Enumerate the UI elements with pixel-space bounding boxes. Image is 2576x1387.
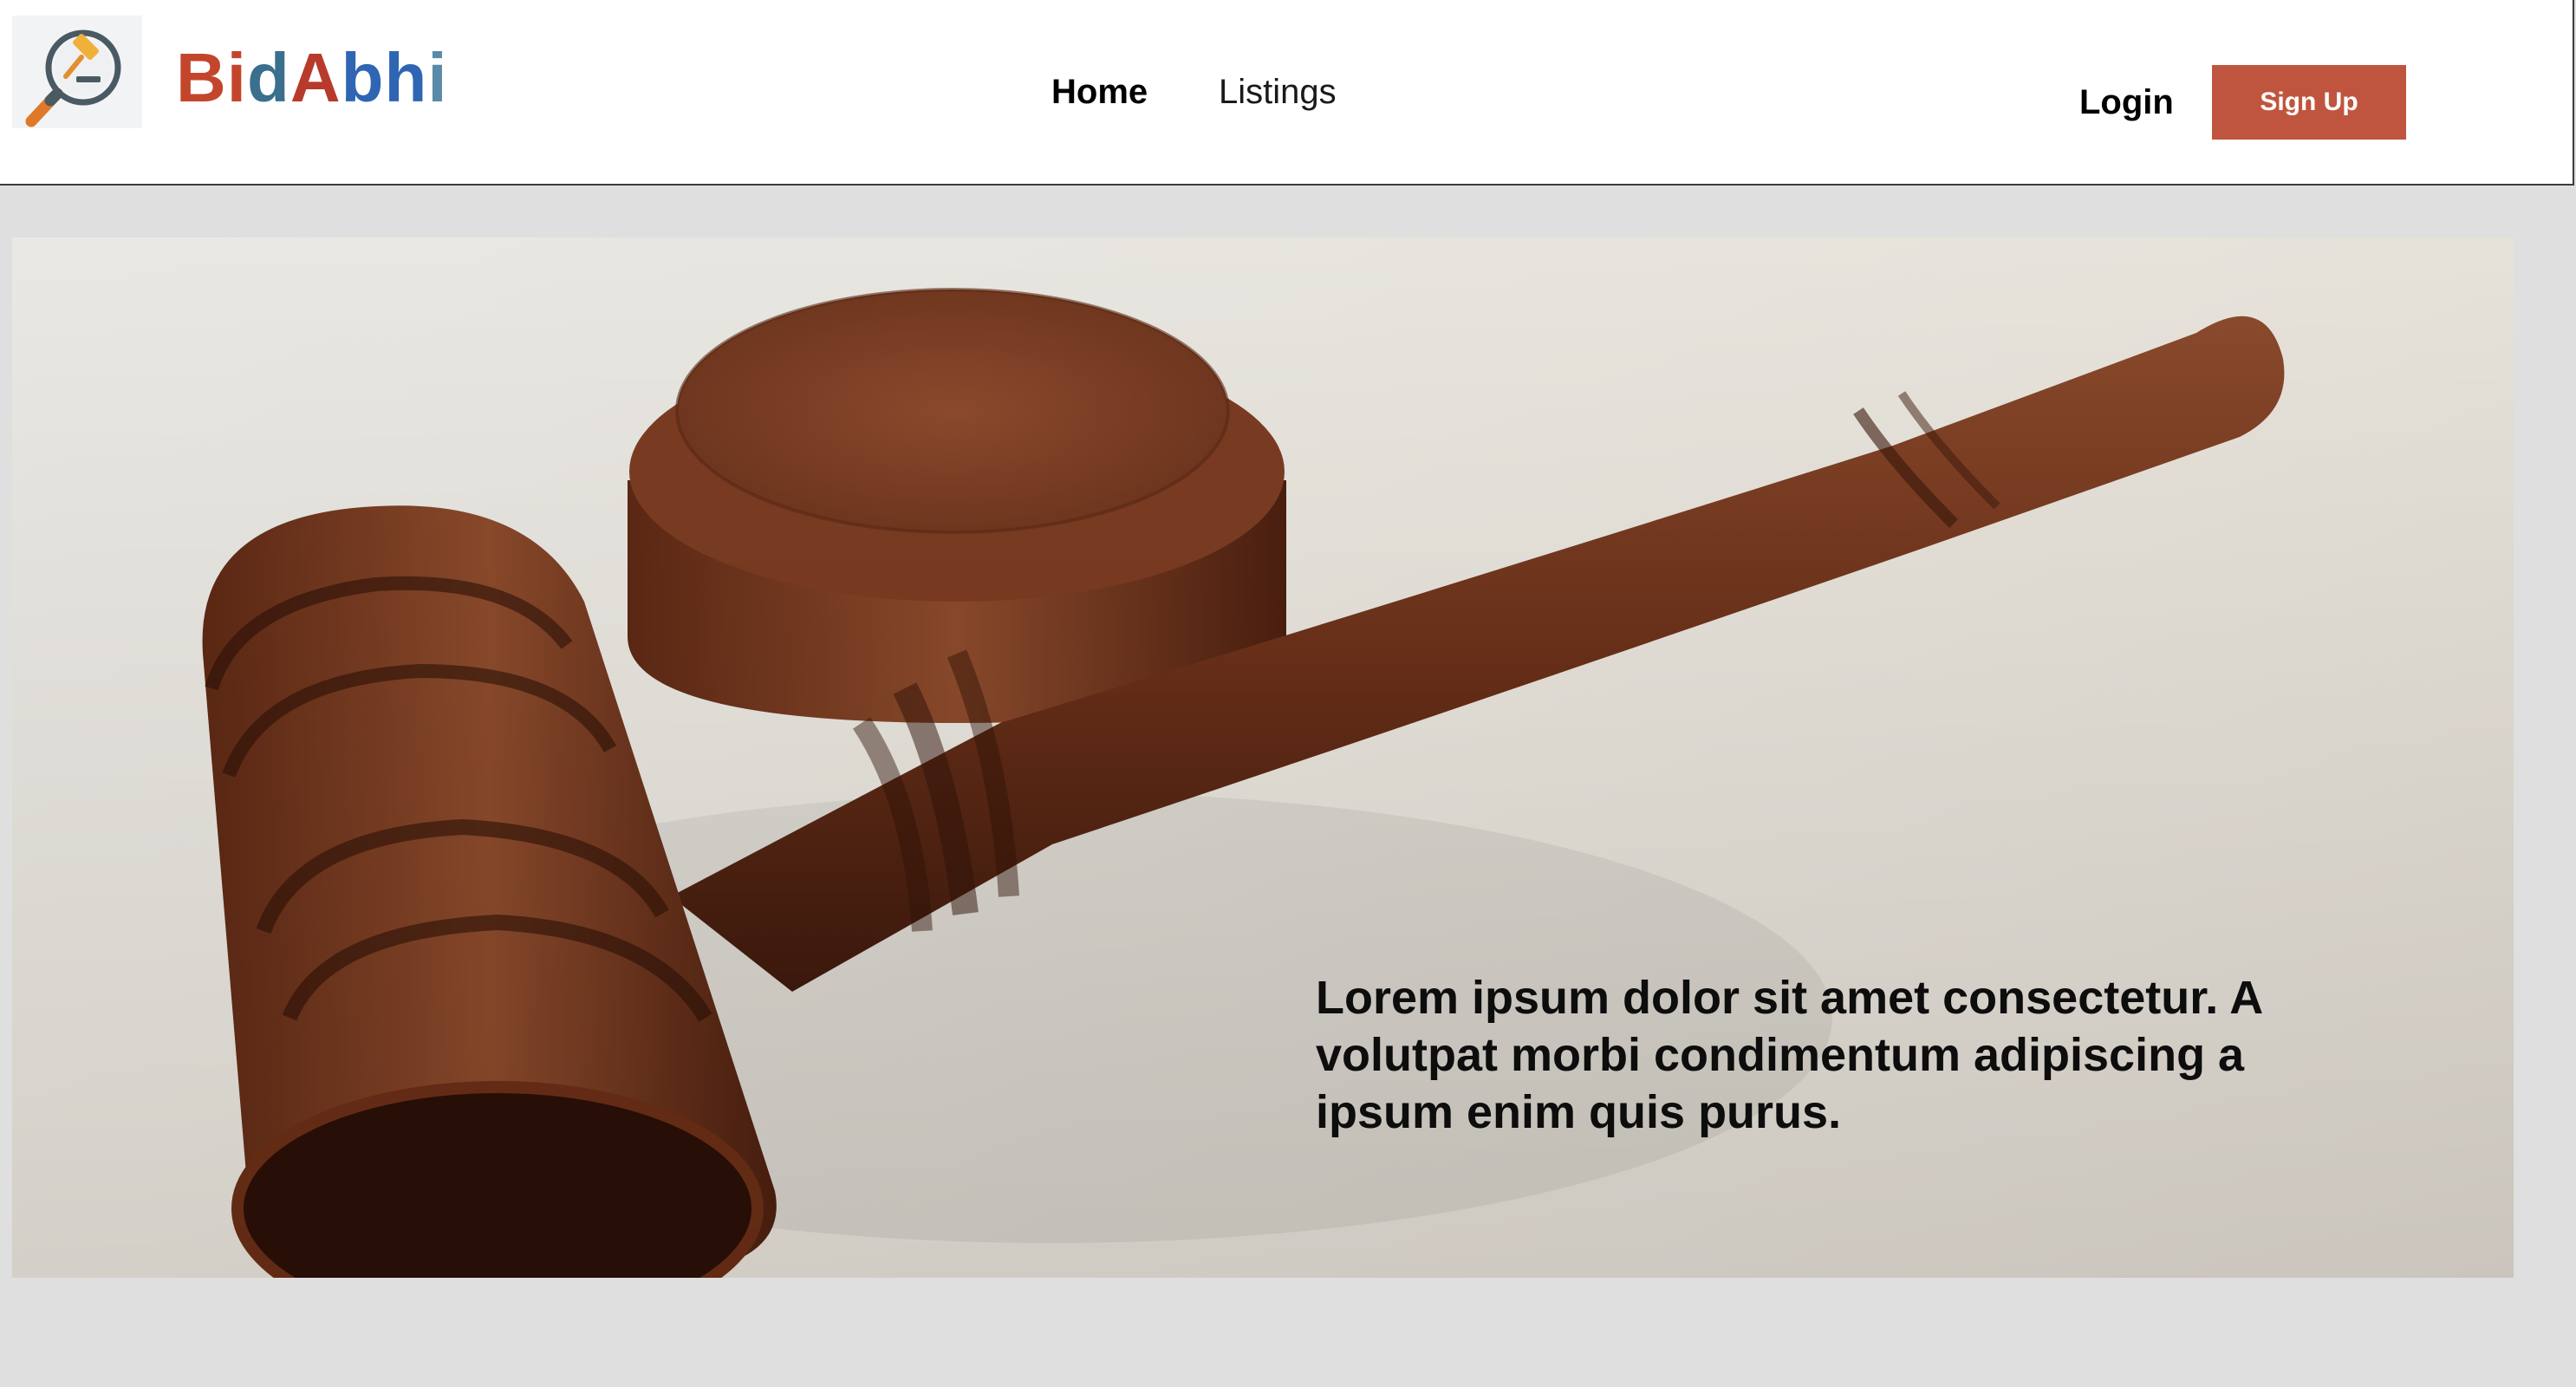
hero-text: Lorem ipsum dolor sit amet consectetur. …: [1316, 972, 2262, 1138]
login-link[interactable]: Login: [2079, 85, 2174, 120]
brand-name[interactable]: BidAbhi: [176, 43, 448, 113]
brand-letter: i: [226, 39, 248, 116]
gavel-magnifier-icon: [25, 29, 121, 127]
brand-letter: B: [176, 39, 227, 116]
signup-button[interactable]: Sign Up: [2212, 65, 2406, 140]
brand-letter: b: [341, 39, 385, 116]
hero-banner: Lorem ipsum dolor sit amet consectetur. …: [12, 238, 2514, 1278]
nav-link-listings[interactable]: Listings: [1219, 75, 1337, 109]
top-navbar: BidAbhi Home Listings Login Sign Up: [0, 0, 2574, 186]
brand-letter: A: [289, 39, 342, 116]
nav-link-home[interactable]: Home: [1051, 75, 1148, 109]
brand-letter: h: [384, 39, 428, 116]
logo[interactable]: [12, 16, 142, 128]
brand-letter: d: [247, 39, 290, 116]
brand-letter: i: [427, 39, 448, 116]
